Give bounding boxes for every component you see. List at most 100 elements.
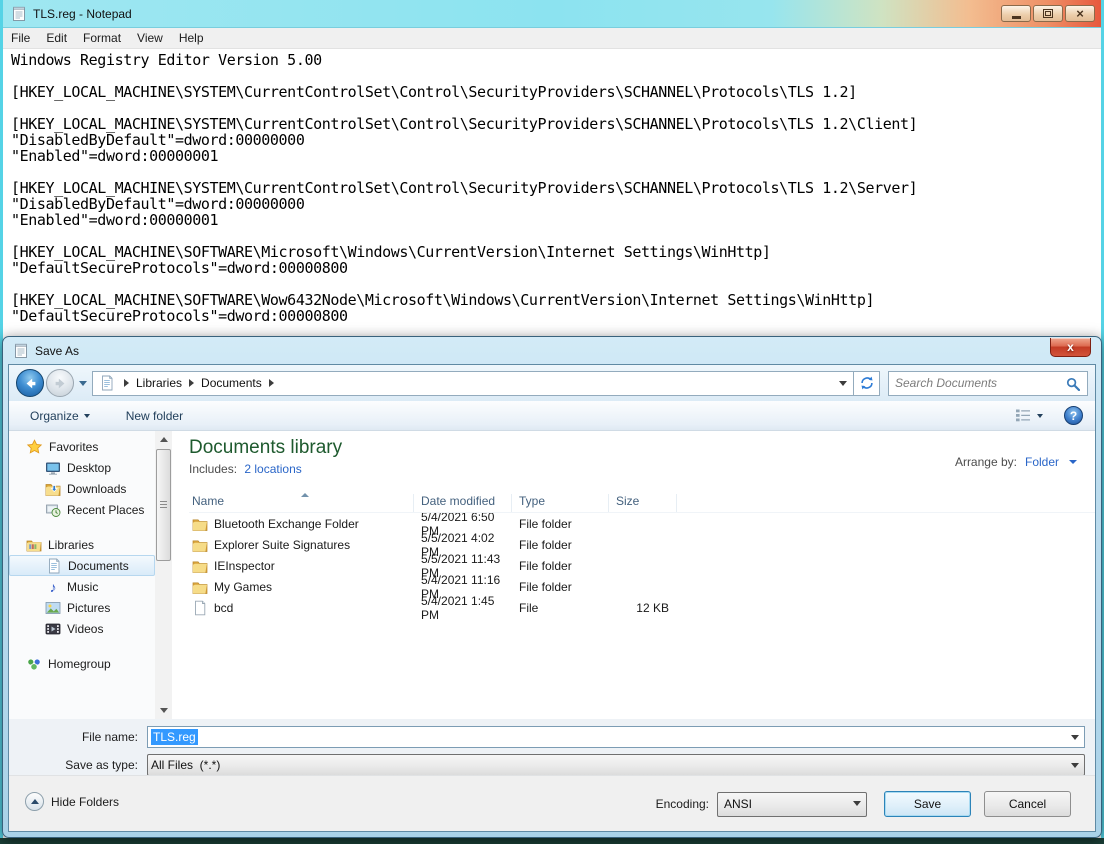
chevron-down-icon xyxy=(84,414,90,418)
save-button[interactable]: Save xyxy=(884,791,971,817)
scrollbar-thumb[interactable] xyxy=(156,449,171,561)
forward-arrow-icon xyxy=(53,376,68,391)
recent-icon xyxy=(45,502,61,518)
arrange-by-value[interactable]: Folder xyxy=(1025,455,1059,469)
text-line: "Enabled"=dword:00000001 xyxy=(11,148,1101,164)
chevron-down-icon xyxy=(1037,414,1043,418)
sidebar-scrollbar[interactable] xyxy=(155,431,172,719)
save-as-type-select[interactable]: All Files (*.*) xyxy=(147,754,1085,776)
address-dropdown-icon[interactable] xyxy=(839,381,847,386)
collapse-circle-icon xyxy=(25,792,44,811)
scroll-down-button[interactable] xyxy=(155,702,172,719)
file-list: Bluetooth Exchange Folder5/4/2021 6:50 P… xyxy=(189,513,1095,618)
sidebar-item-pictures[interactable]: Pictures xyxy=(9,597,155,618)
encoding-select[interactable]: ANSI xyxy=(717,792,867,817)
menu-edit[interactable]: Edit xyxy=(38,28,75,49)
chevron-down-icon[interactable] xyxy=(1069,460,1077,464)
library-icon xyxy=(26,537,42,553)
sidebar-item-label: Documents xyxy=(68,559,129,573)
filename-section: File name: TLS.reg Save as type: All Fil… xyxy=(9,719,1095,775)
maximize-button[interactable] xyxy=(1033,5,1063,22)
search-icon xyxy=(1066,377,1080,391)
minimize-button[interactable] xyxy=(1001,5,1031,22)
sidebar-item-documents[interactable]: Documents xyxy=(9,555,155,576)
hide-folders-label: Hide Folders xyxy=(51,795,119,809)
recent-pages-dropdown[interactable] xyxy=(79,381,87,386)
folder-icon xyxy=(192,579,208,595)
address-bar[interactable]: Libraries Documents xyxy=(92,371,854,396)
column-header-name[interactable]: Name xyxy=(189,494,414,512)
sidebar-item-desktop[interactable]: Desktop xyxy=(9,457,155,478)
file-row[interactable]: Bluetooth Exchange Folder5/4/2021 6:50 P… xyxy=(189,513,1095,534)
organize-label: Organize xyxy=(30,409,79,423)
column-header-date-modified[interactable]: Date modified xyxy=(414,494,512,512)
arrange-by-label: Arrange by: xyxy=(955,455,1017,469)
dialog-title: Save As xyxy=(35,344,79,358)
location-icon xyxy=(99,375,115,391)
encoding-value: ANSI xyxy=(724,797,752,811)
menu-file[interactable]: File xyxy=(3,28,38,49)
videos-icon xyxy=(45,621,61,637)
notepad-menubar: FileEditFormatViewHelp xyxy=(3,28,1101,49)
breadcrumb-arrow-icon[interactable] xyxy=(124,379,129,387)
sidebar-item-label: Music xyxy=(67,580,98,594)
file-type-cell: File folder xyxy=(512,538,609,552)
text-line xyxy=(11,276,1101,292)
sidebar-item-videos[interactable]: Videos xyxy=(9,618,155,639)
file-row[interactable]: IEInspector5/5/2021 11:43 PMFile folder xyxy=(189,555,1095,576)
save-as-type-dropdown-icon[interactable] xyxy=(1071,763,1079,768)
sidebar-group-homegroup[interactable]: Homegroup xyxy=(9,653,155,674)
file-type-cell: File folder xyxy=(512,517,609,531)
new-folder-button[interactable]: New folder xyxy=(117,405,192,427)
hide-folders-button[interactable]: Hide Folders xyxy=(25,792,119,811)
scroll-up-button[interactable] xyxy=(155,431,172,448)
organize-button[interactable]: Organize xyxy=(21,405,99,427)
sidebar-item-recent-places[interactable]: Recent Places xyxy=(9,499,155,520)
file-name-text: Bluetooth Exchange Folder xyxy=(214,517,359,531)
dialog-close-button[interactable]: x xyxy=(1050,338,1091,357)
file-row[interactable]: Explorer Suite Signatures5/5/2021 4:02 P… xyxy=(189,534,1095,555)
help-button[interactable]: ? xyxy=(1064,406,1083,425)
includes-locations-link[interactable]: 2 locations xyxy=(244,462,301,476)
search-input[interactable] xyxy=(895,373,1065,394)
sidebar-item-music[interactable]: ♪Music xyxy=(9,576,155,597)
encoding-label: Encoding: xyxy=(656,797,709,811)
new-folder-label: New folder xyxy=(126,409,183,423)
change-view-button[interactable] xyxy=(1008,405,1050,426)
sidebar-item-downloads[interactable]: Downloads xyxy=(9,478,155,499)
back-arrow-icon xyxy=(23,376,38,391)
column-header-size[interactable]: Size xyxy=(609,494,677,512)
encoding-dropdown-icon[interactable] xyxy=(853,801,861,806)
refresh-button[interactable] xyxy=(854,371,880,396)
menu-format[interactable]: Format xyxy=(75,28,129,49)
cancel-button[interactable]: Cancel xyxy=(984,791,1071,817)
file-type-cell: File folder xyxy=(512,580,609,594)
sort-ascending-icon xyxy=(301,493,309,497)
dialog-body: Libraries Documents Organize New folder xyxy=(8,364,1096,832)
breadcrumb-item-libraries[interactable]: Libraries xyxy=(136,376,182,390)
breadcrumb-item-documents[interactable]: Documents xyxy=(201,376,262,390)
menu-view[interactable]: View xyxy=(129,28,171,49)
downloads-icon xyxy=(45,481,61,497)
save-as-type-label: Save as type: xyxy=(9,758,147,772)
close-button[interactable]: × xyxy=(1065,5,1095,22)
file-row[interactable]: bcd5/4/2021 1:45 PMFile12 KB xyxy=(189,597,1095,618)
forward-button[interactable] xyxy=(46,369,74,397)
breadcrumb-arrow-icon[interactable] xyxy=(189,379,194,387)
column-header-type[interactable]: Type xyxy=(512,494,609,512)
sidebar-group-libraries[interactable]: Libraries xyxy=(9,534,155,555)
menu-help[interactable]: Help xyxy=(171,28,212,49)
sidebar-group-favorites[interactable]: Favorites xyxy=(9,436,155,457)
text-line xyxy=(11,68,1101,84)
file-row[interactable]: My Games5/4/2021 11:16 PMFile folder xyxy=(189,576,1095,597)
back-button[interactable] xyxy=(16,369,44,397)
breadcrumb-arrow-icon[interactable] xyxy=(269,379,274,387)
dialog-titlebar: Save As x xyxy=(3,337,1101,364)
file-name-input[interactable]: TLS.reg xyxy=(147,726,1085,748)
folder-icon xyxy=(192,516,208,532)
folder-icon xyxy=(192,558,208,574)
file-name-dropdown-icon[interactable] xyxy=(1071,735,1079,740)
notepad-icon xyxy=(11,6,27,22)
pictures-icon xyxy=(45,600,61,616)
triangle-up-icon xyxy=(31,799,39,804)
